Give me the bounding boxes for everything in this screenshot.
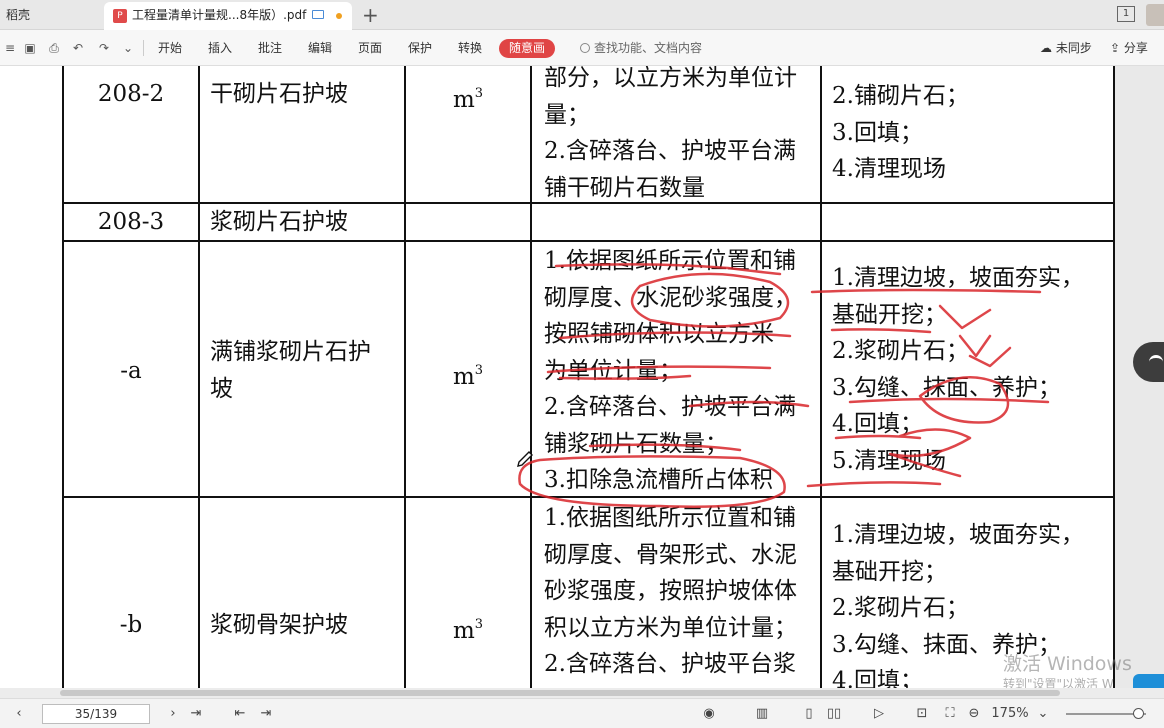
- share-label: 分享: [1123, 41, 1148, 55]
- undo-icon[interactable]: ↶: [72, 42, 84, 54]
- ink-check: [958, 334, 992, 358]
- fit-width-icon[interactable]: ▥: [752, 699, 772, 728]
- next-page-icon[interactable]: ›: [166, 699, 180, 728]
- double-page-icon[interactable]: ▯▯: [824, 699, 844, 728]
- avatar[interactable]: [1146, 4, 1164, 26]
- redo-icon[interactable]: ↷: [98, 42, 110, 54]
- activation-hint: 转到"设置"以激活 W: [1003, 677, 1114, 688]
- pdf-icon: P: [113, 9, 127, 23]
- ink-circle: [630, 272, 790, 328]
- menu-protect[interactable]: 保护: [408, 30, 432, 66]
- menu-freehand-draw[interactable]: 随意画: [499, 39, 555, 58]
- sync-label: 未同步: [1055, 41, 1092, 55]
- ink-underline: [558, 374, 692, 380]
- tab-home[interactable]: 稻壳: [0, 0, 100, 30]
- tab-bar: 稻壳 P 工程量清单计量规...8年版）.pdf + 1: [0, 0, 1164, 30]
- ink-underline: [588, 443, 742, 452]
- single-page-icon[interactable]: ▯: [800, 699, 818, 728]
- search-box[interactable]: 查找功能、文档内容: [580, 30, 702, 66]
- menu-edit[interactable]: 编辑: [308, 30, 332, 66]
- menu-home[interactable]: 开始: [158, 30, 182, 66]
- status-bar: ‹ 35/139 › ⇥ ⇤ ⇥ ◉ ▥ ▯ ▯▯ ▷ ⊡ ⛶ ⊖ 175% ⌄: [0, 698, 1164, 728]
- menu-icon[interactable]: ≡: [4, 42, 16, 54]
- wifi-icon: [1149, 355, 1163, 369]
- actual-size-icon[interactable]: ⊡: [912, 699, 932, 728]
- zoom-slider-handle[interactable]: [1133, 708, 1144, 719]
- search-placeholder: 查找功能、文档内容: [594, 41, 703, 55]
- ink-underline: [806, 481, 942, 488]
- clock-badge[interactable]: 02:3: [1133, 674, 1164, 688]
- unsaved-dot-icon: [336, 13, 342, 19]
- search-icon: [580, 43, 590, 53]
- document-viewport[interactable]: 208-2 干砌片石护坡 m3 部分，以立方米为单位计 量； 2.含碎落台、护坡…: [0, 66, 1164, 688]
- toolbar-divider: [143, 40, 144, 56]
- eye-icon[interactable]: ◉: [698, 699, 720, 728]
- horizontal-scrollbar[interactable]: [0, 688, 1164, 698]
- new-tab-button[interactable]: +: [362, 4, 379, 26]
- prev-page-icon[interactable]: ‹: [12, 699, 26, 728]
- ink-underline: [554, 263, 782, 276]
- print-icon[interactable]: ⎙: [48, 42, 60, 54]
- zoom-level[interactable]: 175%: [988, 699, 1032, 728]
- menu-insert[interactable]: 插入: [208, 30, 232, 66]
- pdf-page: 208-2 干砌片石护坡 m3 部分，以立方米为单位计 量； 2.含碎落台、护坡…: [0, 66, 1115, 688]
- share-button[interactable]: ⇪ 分享: [1110, 30, 1148, 66]
- ink-scribble: [888, 428, 972, 478]
- ink-annotations: [517, 263, 1050, 508]
- toolbar: ≡ ▣ ⎙ ↶ ↷ ⌄ 开始 插入 批注 编辑 页面 保护 转换 随意画 查找功…: [0, 30, 1164, 66]
- window-count-badge[interactable]: 1: [1117, 6, 1135, 22]
- ink-underline: [830, 328, 932, 334]
- ink-underline: [546, 365, 772, 374]
- activation-title: 激活 Windows: [1003, 653, 1132, 675]
- ink-check: [938, 304, 992, 330]
- fit-page-icon[interactable]: ⛶: [940, 699, 960, 728]
- ink-underline: [688, 400, 810, 408]
- zoom-out-icon[interactable]: ⊖: [964, 699, 984, 728]
- save-icon[interactable]: ▣: [24, 42, 36, 54]
- tab-document-title: 工程量清单计量规...8年版）.pdf: [132, 8, 307, 22]
- chevron-down-icon[interactable]: ⌄: [122, 42, 134, 54]
- ink-underline: [834, 434, 922, 440]
- last-page-icon[interactable]: ⇥: [188, 699, 204, 728]
- ink-underline: [848, 397, 1050, 404]
- page-number-field[interactable]: 35/139: [42, 704, 150, 724]
- tab-document[interactable]: P 工程量清单计量规...8年版）.pdf: [104, 2, 352, 30]
- scrollbar-thumb[interactable]: [60, 690, 1060, 696]
- forward-icon[interactable]: ⇥: [258, 699, 274, 728]
- menu-convert[interactable]: 转换: [458, 30, 482, 66]
- pdf-reader-window: 稻壳 P 工程量清单计量规...8年版）.pdf + 1 ≡ ▣ ⎙ ↶ ↷ ⌄…: [0, 0, 1164, 728]
- sync-status[interactable]: ☁ 未同步: [1040, 30, 1092, 66]
- monitor-icon[interactable]: [312, 10, 324, 19]
- menu-comment[interactable]: 批注: [258, 30, 282, 66]
- ink-underline: [558, 331, 792, 340]
- play-icon[interactable]: ▷: [870, 699, 888, 728]
- back-icon[interactable]: ⇤: [232, 699, 248, 728]
- ink-circle: [518, 455, 786, 508]
- ink-underline: [810, 288, 1042, 294]
- chevron-down-icon[interactable]: ⌄: [1036, 699, 1050, 728]
- menu-page[interactable]: 页面: [358, 30, 382, 66]
